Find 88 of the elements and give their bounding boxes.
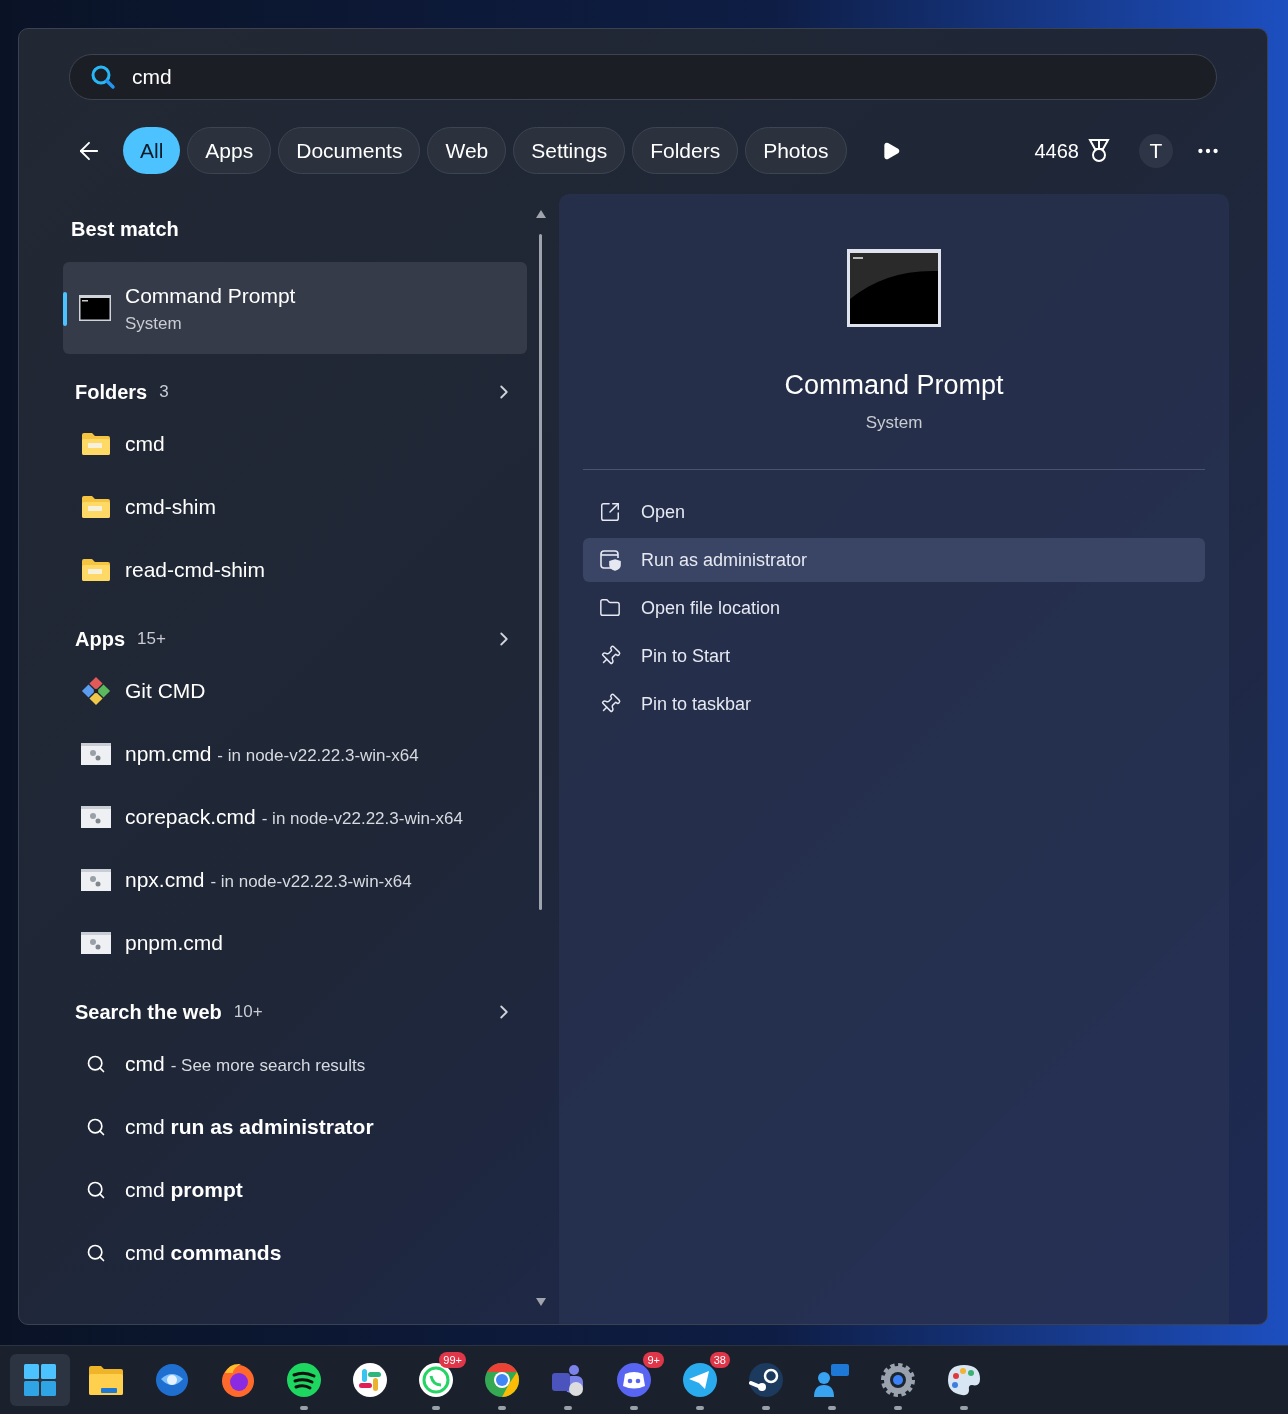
result-item[interactable]: cmd run as administrator bbox=[63, 1095, 527, 1158]
search-icon bbox=[86, 1116, 106, 1137]
terminal-icon bbox=[847, 249, 941, 327]
action-item[interactable]: Open bbox=[583, 490, 1205, 534]
search-field[interactable]: cmd bbox=[69, 54, 1217, 100]
item-title: Command Prompt bbox=[125, 282, 296, 309]
section-heading: Folders bbox=[75, 380, 148, 405]
script-file-icon bbox=[81, 805, 111, 828]
points-count: 4468 bbox=[1034, 138, 1079, 164]
action-item[interactable]: Open file location bbox=[583, 586, 1205, 630]
folder-icon bbox=[82, 558, 110, 581]
item-title: cmd run as administrator bbox=[125, 1113, 374, 1140]
filter-tab[interactable]: All bbox=[123, 127, 181, 174]
section-heading: Best match bbox=[70, 217, 180, 242]
result-item[interactable]: cmd bbox=[63, 412, 527, 475]
result-item[interactable]: read-cmd-shim bbox=[63, 538, 527, 601]
script-file-icon bbox=[81, 931, 111, 954]
search-icon bbox=[86, 1179, 106, 1200]
filter-tab[interactable]: Folders bbox=[632, 127, 739, 174]
preview-title: Command Prompt bbox=[784, 369, 1004, 402]
notification-badge: 38 bbox=[709, 1352, 730, 1368]
search-icon bbox=[86, 1242, 106, 1263]
result-count: 3 bbox=[159, 381, 169, 404]
item-subtitle: System bbox=[125, 313, 183, 335]
fox-globe-icon[interactable] bbox=[219, 1361, 257, 1399]
item-title: npm.cmd - in node-v22.22.3-win-x64 bbox=[125, 740, 419, 767]
action-item[interactable]: Run as administrator bbox=[583, 538, 1205, 582]
filter-tab[interactable]: Apps bbox=[187, 127, 272, 174]
medal-icon[interactable] bbox=[1087, 137, 1111, 164]
scroll-up-arrow[interactable] bbox=[536, 210, 546, 218]
item-title: read-cmd-shim bbox=[125, 556, 266, 583]
filter-tab[interactable]: Photos bbox=[745, 127, 847, 174]
result-item[interactable]: cmd commands bbox=[63, 1221, 527, 1284]
windows-logo-icon[interactable] bbox=[21, 1361, 59, 1399]
filter-tab[interactable]: Documents bbox=[278, 127, 421, 174]
item-title: cmd commands bbox=[125, 1239, 282, 1266]
best-match-item[interactable]: Command Prompt System bbox=[63, 262, 527, 354]
item-title: pnpm.cmd bbox=[125, 929, 224, 956]
git-icon bbox=[81, 674, 111, 707]
steam-icon[interactable] bbox=[747, 1361, 785, 1399]
preview-subtitle: System bbox=[865, 411, 923, 434]
terminal-icon bbox=[79, 295, 111, 321]
shield-window-icon bbox=[599, 549, 621, 571]
folder-icon bbox=[82, 495, 110, 518]
notification-badge: 9+ bbox=[643, 1352, 664, 1368]
search-icon bbox=[90, 64, 116, 90]
result-item[interactable]: npx.cmd - in node-v22.22.3-win-x64 bbox=[63, 848, 527, 911]
search-icon bbox=[86, 1053, 106, 1074]
item-title: cmd - See more search results bbox=[125, 1050, 366, 1077]
script-file-icon bbox=[81, 742, 111, 765]
action-item[interactable]: Pin to taskbar bbox=[583, 682, 1205, 726]
script-file-icon bbox=[81, 868, 111, 891]
result-item[interactable]: cmd-shim bbox=[63, 475, 527, 538]
folder-icon bbox=[82, 432, 110, 455]
scrollbar-thumb[interactable] bbox=[539, 234, 542, 910]
person-chat-icon[interactable] bbox=[813, 1361, 851, 1399]
result-item[interactable]: cmd prompt bbox=[63, 1158, 527, 1221]
result-count: 10+ bbox=[233, 1001, 263, 1024]
result-item[interactable]: Git CMD bbox=[63, 659, 527, 722]
item-title: corepack.cmd - in node-v22.22.3-win-x64 bbox=[125, 803, 463, 830]
notification-badge: 99+ bbox=[439, 1352, 466, 1368]
bird-icon[interactable] bbox=[153, 1361, 191, 1399]
filter-tab[interactable]: Web bbox=[427, 127, 507, 174]
result-item[interactable]: npm.cmd - in node-v22.22.3-win-x64 bbox=[63, 722, 527, 785]
filter-tab[interactable]: Settings bbox=[513, 127, 626, 174]
scroll-down-arrow[interactable] bbox=[536, 1298, 546, 1306]
folder-outline-icon bbox=[599, 597, 621, 619]
result-item[interactable]: cmd - See more search results bbox=[63, 1032, 527, 1095]
section-heading: Apps bbox=[75, 627, 125, 652]
action-item[interactable]: Pin to Start bbox=[583, 634, 1205, 678]
item-title: Git CMD bbox=[125, 677, 206, 704]
result-count: 15+ bbox=[137, 628, 166, 651]
item-title: cmd prompt bbox=[125, 1176, 243, 1203]
chrome-icon[interactable] bbox=[483, 1361, 521, 1399]
section-heading: Search the web bbox=[75, 1000, 222, 1025]
result-item[interactable]: pnpm.cmd bbox=[63, 911, 527, 974]
item-title: npx.cmd - in node-v22.22.3-win-x64 bbox=[125, 866, 412, 893]
result-item[interactable]: corepack.cmd - in node-v22.22.3-win-x64 bbox=[63, 785, 527, 848]
selection-indicator bbox=[63, 292, 67, 326]
settings-icon[interactable] bbox=[879, 1361, 917, 1399]
section-header[interactable]: Folders 3 bbox=[63, 372, 527, 412]
section-header[interactable]: Apps 15+ bbox=[63, 619, 527, 659]
account-avatar[interactable]: T bbox=[1139, 133, 1173, 168]
item-title: cmd-shim bbox=[125, 493, 216, 520]
item-title: cmd bbox=[125, 430, 165, 457]
section-header[interactable]: Search the web 10+ bbox=[63, 992, 527, 1032]
open-external-icon bbox=[599, 501, 621, 523]
spotify-icon[interactable] bbox=[285, 1361, 323, 1399]
